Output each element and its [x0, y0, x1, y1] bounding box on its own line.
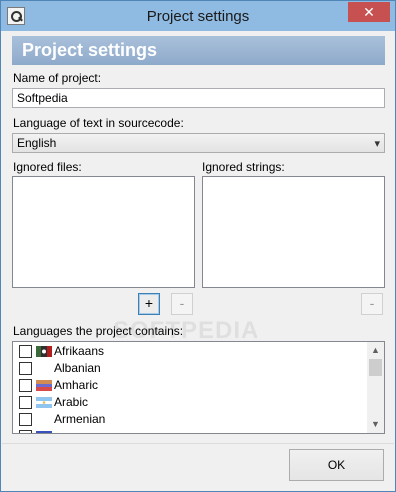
- ignored-files-label: Ignored files:: [13, 160, 82, 174]
- languages-label: Languages the project contains:: [13, 324, 184, 338]
- title-bar[interactable]: Project settings ✕: [1, 1, 395, 31]
- remove-ignored-file-button[interactable]: -: [171, 293, 193, 315]
- ok-button[interactable]: OK: [289, 449, 384, 481]
- language-checkbox[interactable]: [19, 430, 32, 433]
- ignored-strings-label: Ignored strings:: [202, 160, 285, 174]
- list-item[interactable]: Armenian: [13, 411, 363, 428]
- list-item[interactable]: Arabic: [13, 394, 363, 411]
- scroll-thumb[interactable]: [369, 359, 382, 376]
- languages-scrollbar[interactable]: ▲ ▼: [367, 342, 384, 433]
- settings-banner: Project settings: [12, 36, 385, 65]
- project-settings-window: Project settings ✕ Project settings Name…: [0, 0, 396, 492]
- project-name-label: Name of project:: [13, 71, 102, 85]
- source-language-value: English: [17, 136, 57, 150]
- list-item[interactable]: Amharic: [13, 377, 363, 394]
- arabic-flag-icon: [36, 397, 52, 408]
- close-button[interactable]: ✕: [348, 2, 390, 22]
- scroll-up-arrow-icon[interactable]: ▲: [367, 342, 384, 359]
- project-name-input[interactable]: Softpedia: [12, 88, 385, 108]
- source-language-select[interactable]: English ▾: [12, 133, 385, 153]
- source-language-label: Language of text in sourcecode:: [13, 116, 184, 130]
- language-checkbox[interactable]: [19, 413, 32, 426]
- language-name: Armenian: [54, 412, 106, 426]
- language-name: Amharic: [54, 378, 99, 392]
- list-item[interactable]: Afrikaans: [13, 343, 363, 360]
- language-checkbox[interactable]: [19, 396, 32, 409]
- language-checkbox[interactable]: [19, 345, 32, 358]
- list-item[interactable]: Albanian: [13, 360, 363, 377]
- language-name: Arabic: [54, 395, 89, 409]
- ignored-files-list[interactable]: [12, 176, 195, 288]
- partial-flag-icon: [36, 431, 52, 433]
- languages-list[interactable]: Afrikaans Albanian Amharic Arabic Armeni…: [12, 341, 385, 434]
- add-ignored-file-button[interactable]: +: [138, 293, 160, 315]
- ignored-strings-list[interactable]: [202, 176, 385, 288]
- chevron-down-icon: ▾: [374, 138, 380, 150]
- window-title: Project settings: [146, 8, 250, 25]
- language-name: Albanian: [54, 361, 101, 375]
- list-item[interactable]: [13, 428, 363, 433]
- language-name: Afrikaans: [54, 344, 105, 358]
- afrikaans-flag-icon: [36, 346, 52, 357]
- remove-ignored-string-button[interactable]: -: [361, 293, 383, 315]
- amharic-flag-icon: [36, 380, 52, 391]
- language-checkbox[interactable]: [19, 379, 32, 392]
- scroll-down-arrow-icon[interactable]: ▼: [367, 416, 384, 433]
- language-checkbox[interactable]: [19, 362, 32, 375]
- footer-divider: [2, 443, 394, 444]
